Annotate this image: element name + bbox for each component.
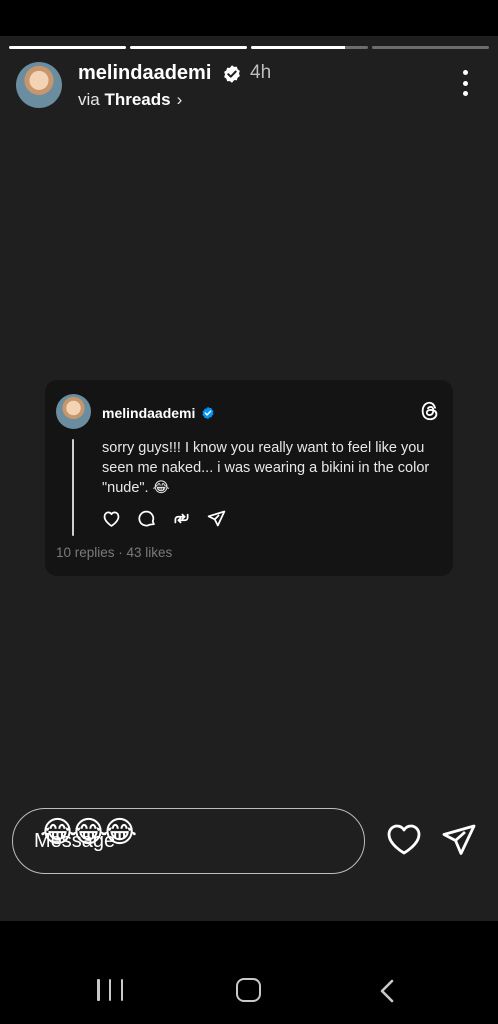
post-stats[interactable]: 10 replies · 43 likes	[56, 545, 172, 560]
post-actions	[101, 508, 227, 529]
message-input[interactable]: Message	[12, 808, 365, 874]
story-view[interactable]: melindaademi 4h via Threads › melindaadem…	[0, 36, 498, 921]
verified-badge-icon	[202, 406, 214, 420]
via-app: Threads	[104, 90, 171, 109]
repost-icon[interactable]	[171, 508, 192, 529]
story-header: melindaademi 4h via Threads ›	[16, 62, 486, 110]
story-progress-segment	[9, 46, 126, 49]
story-time: 4h	[250, 62, 272, 83]
back-icon[interactable]	[378, 978, 396, 1004]
status-bar	[0, 0, 498, 36]
story-progress-segment	[372, 46, 489, 49]
message-placeholder: Message	[34, 830, 116, 852]
send-icon[interactable]	[441, 823, 477, 857]
send-icon[interactable]	[206, 508, 227, 529]
story-progress-segment	[130, 46, 247, 49]
chevron-right-icon: ›	[176, 90, 183, 109]
threads-post-card[interactable]: melindaademi sorry guys!!! I know you re…	[45, 380, 453, 576]
home-icon[interactable]	[236, 978, 261, 1002]
via-label: via	[78, 90, 100, 109]
avatar[interactable]	[16, 62, 62, 108]
post-username: melindaademi	[102, 405, 196, 421]
post-avatar	[56, 394, 91, 429]
heart-icon[interactable]	[386, 823, 422, 857]
system-nav-bar	[0, 921, 498, 1024]
story-progress	[9, 46, 489, 49]
via-threads-link[interactable]: via Threads ›	[78, 90, 182, 110]
heart-icon[interactable]	[101, 508, 122, 529]
comment-icon[interactable]	[136, 508, 157, 529]
recent-apps-icon[interactable]	[97, 979, 123, 1001]
story-username[interactable]: melindaademi	[78, 62, 211, 85]
story-progress-segment	[251, 46, 368, 49]
post-text: sorry guys!!! I know you really want to …	[102, 440, 430, 496]
verified-badge-icon	[224, 65, 240, 83]
threads-logo-icon	[421, 401, 438, 421]
thread-line	[72, 439, 74, 536]
more-vertical-icon[interactable]	[457, 70, 473, 96]
